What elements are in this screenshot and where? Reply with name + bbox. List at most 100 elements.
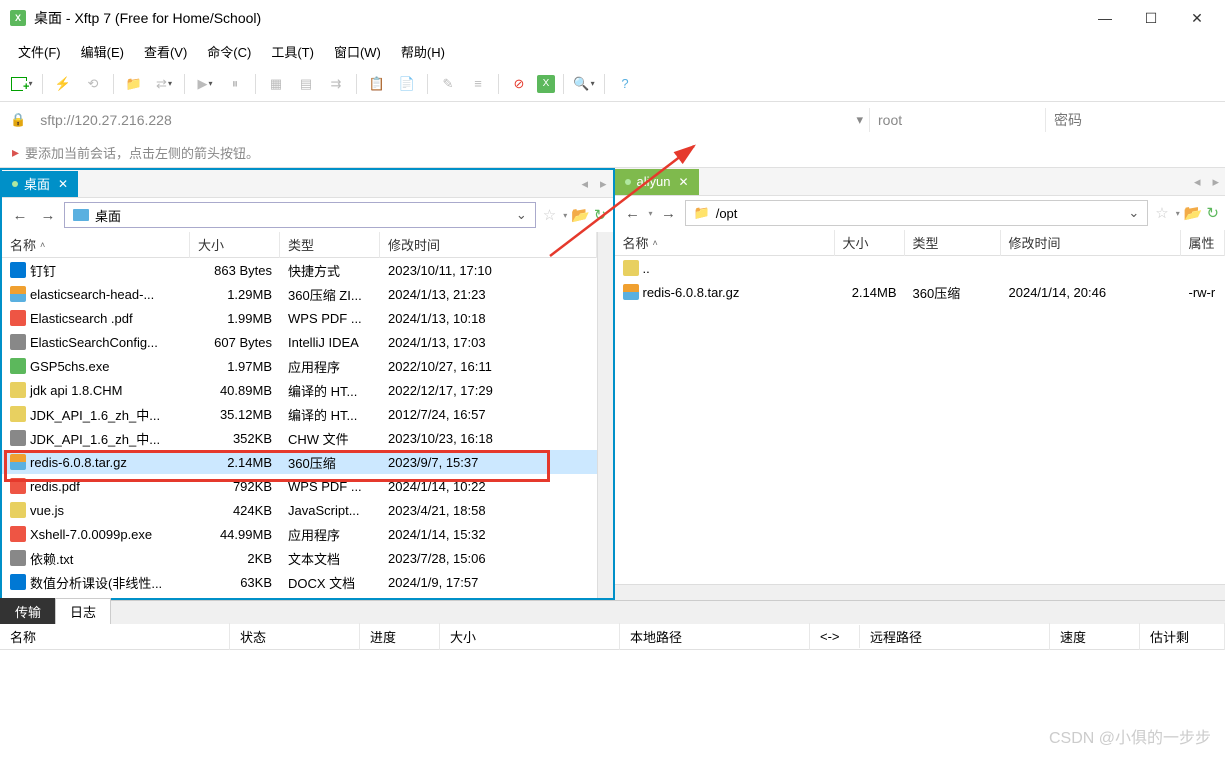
col-name[interactable]: 名称 ˄: [2, 232, 190, 258]
refresh-icon[interactable]: ↻: [1206, 204, 1219, 222]
file-row[interactable]: elasticsearch-head-...1.29MB360压缩 ZI...2…: [2, 282, 597, 306]
new-session-button[interactable]: ▾: [10, 72, 34, 96]
file-row[interactable]: redis-6.0.8.tar.gz2.14MB360压缩2024/1/14, …: [615, 280, 1225, 304]
col-name[interactable]: 名称 ˄: [615, 230, 835, 256]
tab-aliyun[interactable]: aliyun ✕: [615, 169, 699, 195]
copy-button[interactable]: 📋: [365, 72, 389, 96]
tab-log[interactable]: 日志: [55, 598, 111, 624]
maximize-button[interactable]: ☐: [1143, 10, 1159, 26]
refresh-icon[interactable]: ↻: [594, 206, 607, 224]
tab-prev-icon[interactable]: ◂: [1188, 174, 1207, 190]
menu-help[interactable]: 帮助(H): [393, 39, 453, 64]
arrows-button[interactable]: ⇉: [324, 72, 348, 96]
reconnect-button[interactable]: ⚡: [51, 72, 75, 96]
col-modified[interactable]: 修改时间: [380, 232, 597, 258]
th-status[interactable]: 状态: [230, 623, 360, 650]
paste-button[interactable]: 📄: [395, 72, 419, 96]
file-row[interactable]: JDK_API_1.6_zh_中...352KBCHW 文件2023/10/23…: [2, 426, 597, 450]
file-row[interactable]: jdk api 1.8.CHM40.89MB编译的 HT...2022/12/1…: [2, 378, 597, 402]
file-modified: 2023/7/28, 15:06: [380, 549, 560, 568]
file-row[interactable]: JDK_API_1.6_zh_中...35.12MB编译的 HT...2012/…: [2, 402, 597, 426]
forward-button[interactable]: →: [36, 203, 60, 227]
file-row[interactable]: ElasticSearchConfig...607 BytesIntelliJ …: [2, 330, 597, 354]
path-input[interactable]: 📁 /opt ⌄: [685, 200, 1149, 226]
file-modified: 2024/1/14, 10:22: [380, 477, 560, 496]
file-name: redis.pdf: [30, 479, 80, 494]
path-dropdown-icon[interactable]: ⌄: [1128, 205, 1139, 221]
tab-desktop[interactable]: 桌面 ✕: [2, 171, 78, 197]
menu-command[interactable]: 命令(C): [199, 39, 259, 64]
file-row[interactable]: Elasticsearch .pdf1.99MBWPS PDF ...2024/…: [2, 306, 597, 330]
dropdown-icon[interactable]: ▾: [856, 112, 863, 128]
file-row[interactable]: vue.js424KBJavaScript...2023/4/21, 18:58: [2, 498, 597, 522]
address-input[interactable]: [32, 108, 850, 132]
file-row[interactable]: Xshell-7.0.0099p.exe44.99MB应用程序2024/1/14…: [2, 522, 597, 546]
h-scrollbar[interactable]: [615, 584, 1225, 600]
back-dropdown-icon[interactable]: ▾: [649, 209, 653, 218]
menu-window[interactable]: 窗口(W): [326, 39, 389, 64]
bookmark-dropdown-icon[interactable]: ▾: [1176, 209, 1180, 218]
tab-next-icon[interactable]: ▸: [594, 176, 613, 192]
file-row[interactable]: redis-6.0.8.tar.gz2.14MB360压缩2023/9/7, 1…: [2, 450, 597, 474]
col-type[interactable]: 类型: [280, 232, 380, 258]
tab-close-icon[interactable]: ✕: [58, 177, 68, 191]
th-remote[interactable]: 远程路径: [860, 623, 1050, 650]
file-row[interactable]: 钉钉863 Bytes快捷方式2023/10/11, 17:10: [2, 258, 597, 282]
new-folder-icon[interactable]: 📂: [1184, 204, 1203, 222]
th-name[interactable]: 名称: [0, 623, 230, 650]
back-button[interactable]: ←: [8, 203, 32, 227]
back-button[interactable]: ←: [621, 201, 645, 225]
close-button[interactable]: ✕: [1189, 10, 1205, 26]
menu-edit[interactable]: 编辑(E): [73, 39, 132, 64]
edit-button[interactable]: ✎: [436, 72, 460, 96]
th-est[interactable]: 估计剩: [1140, 623, 1225, 650]
col-attr[interactable]: 属性: [1181, 230, 1225, 256]
view1-button[interactable]: ▦: [264, 72, 288, 96]
scrollbar[interactable]: [597, 232, 613, 598]
password-input[interactable]: [1045, 108, 1215, 132]
right-file-list[interactable]: 名称 ˄ 大小 类型 修改时间 属性 ..redis-6.0.8.tar.gz2…: [615, 230, 1225, 584]
path-input[interactable]: 桌面 ⌄: [64, 202, 536, 228]
new-folder-icon[interactable]: 📂: [571, 206, 590, 224]
new-folder-button[interactable]: 📁: [122, 72, 146, 96]
terminal-button[interactable]: X: [537, 75, 555, 93]
menu-file[interactable]: 文件(F): [10, 39, 69, 64]
col-modified[interactable]: 修改时间: [1001, 230, 1181, 256]
play-button[interactable]: ▶▾: [193, 72, 217, 96]
forward-button[interactable]: →: [657, 201, 681, 225]
username-input[interactable]: [869, 108, 1039, 132]
bookmark-icon[interactable]: ☆: [543, 206, 556, 224]
stop-button[interactable]: ⊘: [507, 72, 531, 96]
props-button[interactable]: ≡: [466, 72, 490, 96]
bookmark-icon[interactable]: ☆: [1155, 204, 1168, 222]
file-row[interactable]: ..: [615, 256, 1225, 280]
tab-prev-icon[interactable]: ◂: [575, 176, 594, 192]
tab-transfer[interactable]: 传输: [0, 598, 56, 624]
help-button[interactable]: ?: [613, 72, 637, 96]
col-type[interactable]: 类型: [905, 230, 1001, 256]
path-dropdown-icon[interactable]: ⌄: [516, 207, 527, 223]
menu-view[interactable]: 查看(V): [136, 39, 195, 64]
file-row[interactable]: 数值分析课设(非线性...63KBDOCX 文档2024/1/9, 17:57: [2, 570, 597, 594]
file-row[interactable]: redis.pdf792KBWPS PDF ...2024/1/14, 10:2…: [2, 474, 597, 498]
th-size[interactable]: 大小: [440, 623, 620, 650]
th-progress[interactable]: 进度: [360, 623, 440, 650]
tab-next-icon[interactable]: ▸: [1206, 174, 1225, 190]
sync-button[interactable]: ⇄▾: [152, 72, 176, 96]
file-row[interactable]: GSP5chs.exe1.97MB应用程序2022/10/27, 16:11: [2, 354, 597, 378]
left-file-list[interactable]: 名称 ˄ 大小 类型 修改时间 钉钉863 Bytes快捷方式2023/10/1…: [2, 232, 597, 598]
minimize-button[interactable]: —: [1097, 10, 1113, 26]
th-dir[interactable]: <->: [810, 625, 860, 648]
disconnect-button[interactable]: ⟲: [81, 72, 105, 96]
pause-button[interactable]: ⏸: [223, 72, 247, 96]
col-size[interactable]: 大小: [835, 230, 905, 256]
th-speed[interactable]: 速度: [1050, 623, 1140, 650]
tab-close-icon[interactable]: ✕: [678, 175, 688, 189]
bookmark-dropdown-icon[interactable]: ▾: [563, 211, 567, 220]
view2-button[interactable]: ▤: [294, 72, 318, 96]
col-size[interactable]: 大小: [190, 232, 280, 258]
file-row[interactable]: 依赖.txt2KB文本文档2023/7/28, 15:06: [2, 546, 597, 570]
find-button[interactable]: 🔍▾: [572, 72, 596, 96]
menu-tools[interactable]: 工具(T): [263, 39, 322, 64]
th-local[interactable]: 本地路径: [620, 623, 810, 650]
